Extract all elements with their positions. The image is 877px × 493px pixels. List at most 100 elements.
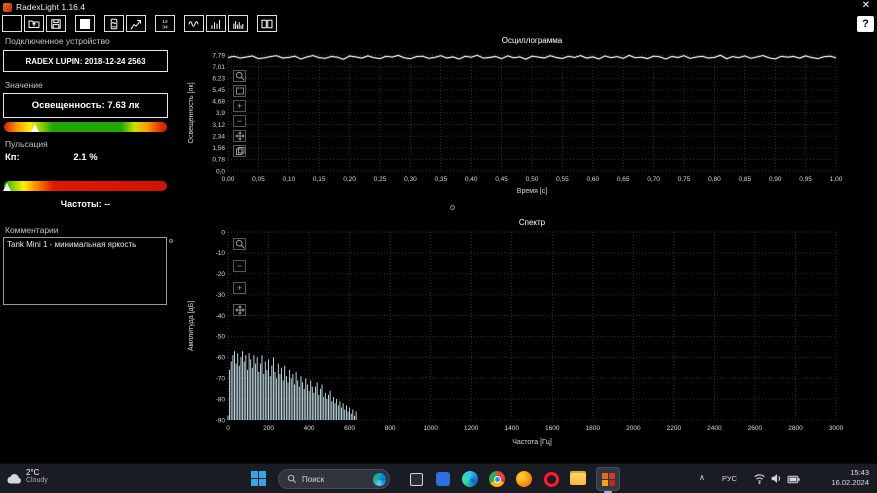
svg-text:7,79: 7,79: [212, 52, 225, 59]
pulsation-section-heading: Пульсация: [5, 139, 48, 149]
svg-text:0,00: 0,00: [222, 176, 235, 183]
svg-text:Освещенность [лк]: Освещенность [лк]: [188, 82, 195, 143]
svg-text:2000: 2000: [626, 425, 641, 432]
taskbar-app-edge[interactable]: [458, 467, 482, 491]
zoom-in-icon[interactable]: +: [233, 282, 246, 294]
wifi-icon[interactable]: [753, 472, 766, 490]
device-name-box[interactable]: RADEX LUPIN: 2018-12-24 2563: [3, 50, 168, 72]
taskbar-app-file-explorer[interactable]: [566, 467, 590, 491]
svg-text:34: 34: [162, 24, 168, 30]
import-button[interactable]: [24, 15, 44, 32]
histogram-view-button[interactable]: [206, 15, 226, 32]
pan-icon[interactable]: [233, 304, 246, 316]
pan-icon[interactable]: [233, 130, 246, 142]
svg-text:200: 200: [263, 425, 274, 432]
search-placeholder: Поиск: [302, 474, 325, 484]
record-button[interactable]: [75, 15, 95, 32]
comments-section-heading: Комментарии: [5, 225, 59, 235]
clock-widget[interactable]: 15:43 16.02.2024: [799, 468, 869, 488]
comment-resize-handle[interactable]: [169, 239, 173, 243]
help-button[interactable]: ?: [857, 16, 874, 32]
save-button[interactable]: [46, 15, 66, 32]
svg-text:2200: 2200: [667, 425, 682, 432]
zoom-in-icon[interactable]: +: [233, 100, 246, 112]
svg-text:2600: 2600: [748, 425, 763, 432]
svg-text:800: 800: [385, 425, 396, 432]
time-scroll-handle[interactable]: [450, 205, 455, 210]
zoom-mode-icon[interactable]: [233, 238, 246, 250]
svg-text:0,85: 0,85: [738, 176, 751, 183]
svg-text:0,78: 0,78: [212, 157, 225, 164]
svg-text:0,65: 0,65: [617, 176, 630, 183]
volume-icon[interactable]: [770, 472, 783, 490]
svg-text:Время [с]: Время [с]: [517, 188, 547, 195]
opera-icon: [543, 471, 559, 487]
taskbar-app-documents[interactable]: [431, 467, 455, 491]
kp-scale-bar: [3, 181, 167, 191]
illuminance-value-box: Освещенность: 7.63 лк: [3, 93, 168, 118]
svg-text:3,9: 3,9: [216, 110, 225, 117]
open-folder-button[interactable]: [2, 15, 22, 32]
reset-view-icon[interactable]: [233, 145, 246, 157]
value-section-heading: Значение: [5, 80, 43, 90]
export-graph-button[interactable]: [126, 15, 146, 32]
close-button[interactable]: ✕: [859, 0, 873, 11]
svg-text:-40: -40: [216, 313, 226, 320]
svg-text:1000: 1000: [423, 425, 438, 432]
spectrum-view-button[interactable]: [228, 15, 248, 32]
language-indicator[interactable]: РУС: [722, 474, 737, 483]
start-button[interactable]: [251, 471, 266, 486]
documents-icon: [436, 472, 450, 486]
svg-text:0,95: 0,95: [799, 176, 812, 183]
illuminance-marker-icon: [30, 124, 39, 132]
svg-text:0: 0: [226, 425, 230, 432]
time-label: 15:43: [850, 468, 869, 477]
svg-text:Осциллограмма: Осциллограмма: [502, 36, 563, 45]
tray-chevron-icon[interactable]: ∧: [699, 473, 705, 482]
svg-text:0,40: 0,40: [465, 176, 478, 183]
timer-button[interactable]: 12 34: [155, 15, 175, 32]
weather-temp: 2°C: [26, 468, 40, 477]
taskbar-app-chrome[interactable]: [485, 467, 509, 491]
search-box[interactable]: Поиск: [278, 469, 390, 489]
svg-text:0,45: 0,45: [495, 176, 508, 183]
zoom-mode-icon[interactable]: [233, 70, 246, 82]
svg-text:6,23: 6,23: [212, 76, 225, 83]
comment-input[interactable]: Tank Mini 1 - минимальная яркость: [3, 237, 167, 305]
svg-text:0,05: 0,05: [252, 176, 265, 183]
weather-condition: Cloudy: [26, 477, 48, 484]
taskbar-app-firefox[interactable]: [512, 467, 536, 491]
svg-text:2800: 2800: [788, 425, 803, 432]
svg-text:7,01: 7,01: [212, 64, 225, 71]
taskbar-app-task-view[interactable]: [404, 467, 428, 491]
taskbar-app-opera[interactable]: [539, 467, 563, 491]
svg-text:0,60: 0,60: [586, 176, 599, 183]
search-highlight-icon: [373, 472, 386, 486]
zoom-out-icon[interactable]: −: [233, 260, 246, 272]
edge-icon: [462, 471, 478, 487]
comment-text: Tank Mini 1 - минимальная яркость: [7, 240, 137, 249]
oscillogram-chart[interactable]: 0,00 0,05 0,10 0,15 0,20 0,25 0,30 0,35 0,40 0,45…: [183, 33, 877, 215]
spectrum-chart[interactable]: 0 200 400 600 800 1000 1200 1400 1600 1800 2000 220…: [183, 216, 877, 458]
weather-icon[interactable]: [5, 470, 23, 493]
svg-text:0,70: 0,70: [647, 176, 660, 183]
svg-text:2400: 2400: [707, 425, 722, 432]
svg-text:0,75: 0,75: [678, 176, 691, 183]
split-view-button[interactable]: [257, 15, 277, 32]
spectrum-toolbar: − +: [233, 238, 246, 316]
zoom-out-icon[interactable]: −: [233, 115, 246, 127]
svg-text:-60: -60: [216, 355, 226, 362]
task-view-icon: [409, 472, 423, 486]
weather-widget[interactable]: 2°C Cloudy: [26, 468, 48, 484]
firefox-icon: [516, 471, 532, 487]
device-settings-button[interactable]: [104, 15, 124, 32]
taskbar-app-radexlight[interactable]: [596, 467, 620, 493]
oscillogram-view-button[interactable]: [184, 15, 204, 32]
svg-text:0,35: 0,35: [434, 176, 447, 183]
svg-text:-50: -50: [216, 334, 226, 341]
svg-text:1,00: 1,00: [830, 176, 843, 183]
zoom-window-icon[interactable]: [233, 85, 246, 97]
svg-text:1600: 1600: [545, 425, 560, 432]
search-icon: [287, 474, 297, 484]
svg-text:600: 600: [344, 425, 355, 432]
